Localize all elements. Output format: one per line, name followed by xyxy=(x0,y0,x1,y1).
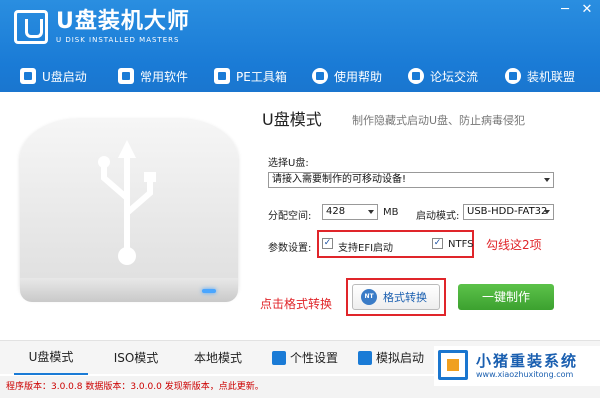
nav-software[interactable]: 常用软件 xyxy=(118,62,188,90)
tab-iso-mode[interactable]: ISO模式 xyxy=(106,341,166,375)
tab-label: ISO模式 xyxy=(113,351,159,365)
settings-grid-icon xyxy=(272,351,286,365)
format-convert-button[interactable]: NT 格式转换 xyxy=(352,284,440,310)
close-button[interactable]: ✕ xyxy=(580,2,594,17)
nav-alliance[interactable]: 装机联盟 xyxy=(505,62,575,90)
format-label: 格式转换 xyxy=(383,291,427,304)
tab-label: 模拟启动 xyxy=(376,351,425,365)
nav-label: 常用软件 xyxy=(140,69,189,84)
app-subtitle: U DISK INSTALLED MASTERS xyxy=(56,36,180,44)
partition-value: 428 xyxy=(326,206,346,217)
usb-icon xyxy=(20,68,36,84)
tab-label: 本地模式 xyxy=(193,351,242,365)
nav-help[interactable]: 使用帮助 xyxy=(312,62,382,90)
tab-label: 个性设置 xyxy=(290,351,339,365)
boot-mode-label: 启动模式: xyxy=(416,211,460,222)
annotation-click-format: 点击格式转换 xyxy=(260,297,333,311)
toolbox-icon xyxy=(214,68,230,84)
udisk-select[interactable]: 请接入需要制作的可移动设备! xyxy=(268,172,554,188)
tab-personal-settings[interactable]: 个性设置 xyxy=(272,341,338,375)
mode-title: U盘模式 xyxy=(262,110,322,129)
drive-led-icon xyxy=(202,289,216,293)
main-nav: U盘启动 常用软件 PE工具箱 使用帮助 论坛交流 装机联盟 xyxy=(0,62,600,90)
watermark: 小猪重装系统 www.xiaozhuxitong.com xyxy=(434,346,600,386)
nav-label: 装机联盟 xyxy=(527,69,576,84)
usb-symbol-icon xyxy=(98,140,156,265)
one-click-make-button[interactable]: 一键制作 xyxy=(458,284,554,310)
chevron-down-icon xyxy=(544,178,550,182)
watermark-title: 小猪重装系统 xyxy=(476,352,579,370)
tab-label: U盘模式 xyxy=(28,350,74,364)
users-icon xyxy=(505,68,521,84)
params-label: 参数设置: xyxy=(268,243,312,254)
partition-unit: MB xyxy=(383,207,399,218)
nav-forum[interactable]: 论坛交流 xyxy=(408,62,478,90)
nav-label: PE工具箱 xyxy=(236,69,287,84)
software-icon xyxy=(118,68,134,84)
partition-size-select[interactable]: 428 xyxy=(322,204,378,220)
ntfs-icon: NT xyxy=(361,289,377,305)
site-logo-icon xyxy=(438,350,468,380)
annotation-check-two: 勾线这2项 xyxy=(486,238,542,252)
main-panel: U盘模式 制作隐藏式启动U盘、防止病毒侵犯 选择U盘: 请接入需要制作的可移动设… xyxy=(0,92,600,338)
app-title: U盘装机大师 xyxy=(56,9,190,34)
select-udisk-label: 选择U盘: xyxy=(268,158,309,169)
window-controls: ─ ✕ xyxy=(558,2,594,17)
tab-simulate-boot[interactable]: 模拟启动 xyxy=(358,341,424,375)
nav-pe-toolbox[interactable]: PE工具箱 xyxy=(214,62,287,90)
partition-label: 分配空间: xyxy=(268,211,312,222)
tab-local-mode[interactable]: 本地模式 xyxy=(186,341,250,375)
app-header: U盘装机大师 U DISK INSTALLED MASTERS ─ ✕ U盘启动… xyxy=(0,0,600,92)
efi-label: 支持EFI启动 xyxy=(338,243,394,254)
watermark-url: www.xiaozhuxitong.com xyxy=(476,370,574,379)
monitor-icon xyxy=(358,351,372,365)
nav-usb-boot[interactable]: U盘启动 xyxy=(20,62,87,90)
nav-label: 论坛交流 xyxy=(430,69,479,84)
tab-udisk-mode[interactable]: U盘模式 xyxy=(14,341,88,375)
nav-label: 使用帮助 xyxy=(334,69,383,84)
ntfs-label: NTFS xyxy=(448,239,474,250)
ntfs-checkbox[interactable]: ✓ xyxy=(432,238,443,249)
usb-logo-icon xyxy=(14,10,48,44)
nav-label: U盘启动 xyxy=(42,69,87,84)
help-icon xyxy=(312,68,328,84)
version-text[interactable]: 程序版本：3.0.0.8 数据版本：3.0.0.0 发现新版本，点此更新。 xyxy=(6,382,264,392)
minimize-button[interactable]: ─ xyxy=(558,2,572,17)
app-logo: U盘装机大师 U DISK INSTALLED MASTERS xyxy=(14,10,190,44)
mode-description: 制作隐藏式启动U盘、防止病毒侵犯 xyxy=(352,114,526,127)
boot-mode-value: USB-HDD-FAT32 xyxy=(467,206,548,217)
efi-checkbox[interactable]: ✓ xyxy=(322,238,333,249)
chevron-down-icon xyxy=(544,210,550,214)
forum-icon xyxy=(408,68,424,84)
chevron-down-icon xyxy=(368,210,374,214)
boot-mode-select[interactable]: USB-HDD-FAT32 xyxy=(463,204,554,220)
udisk-select-value: 请接入需要制作的可移动设备! xyxy=(272,174,407,185)
